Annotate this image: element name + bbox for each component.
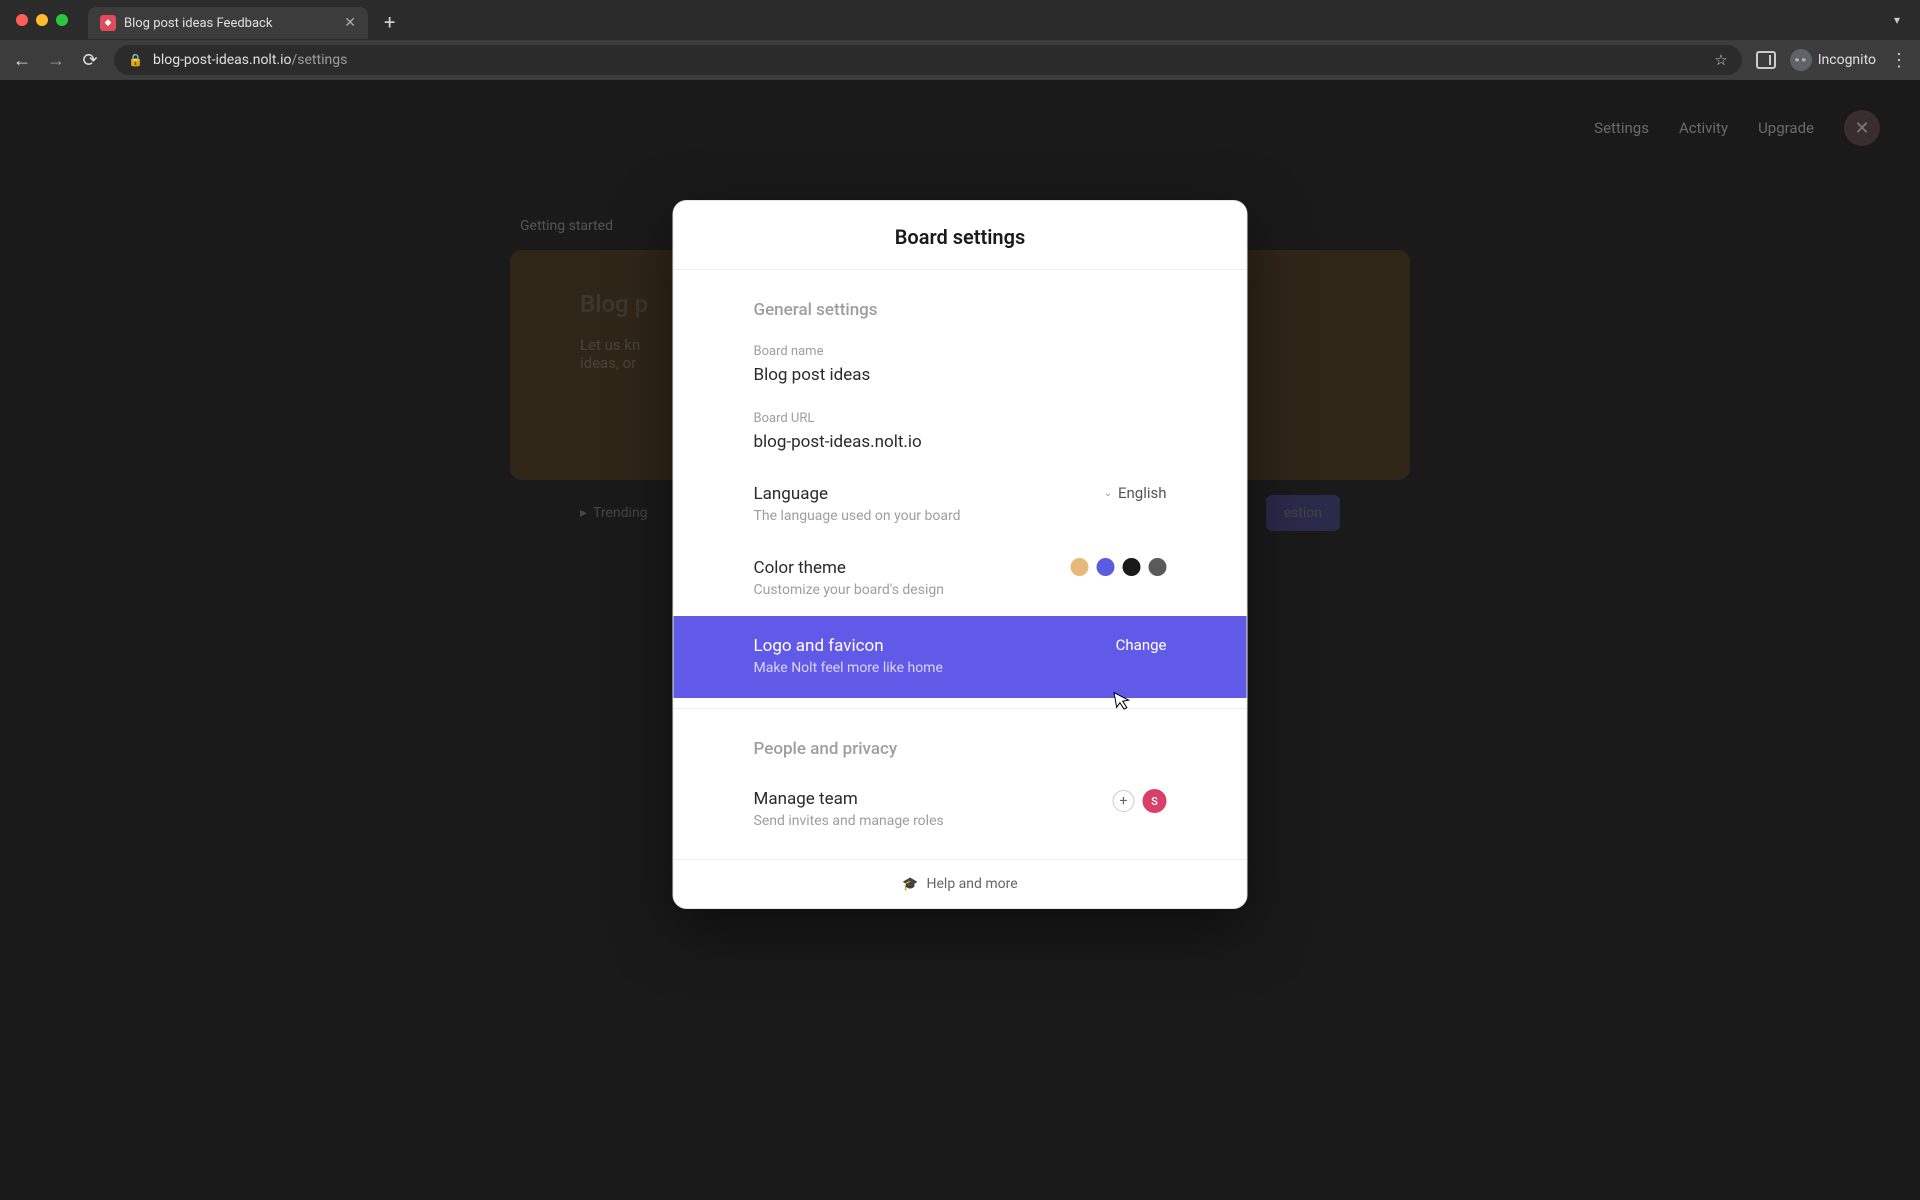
board-url-value: blog-post-ideas.nolt.io	[754, 432, 1167, 452]
modal-title: Board settings	[674, 201, 1247, 270]
back-button[interactable]: ←	[12, 50, 32, 71]
getting-started-tag: Getting started	[520, 218, 613, 234]
toolbar: ← → ⟳ 🔒 blog-post-ideas.nolt.io/settings…	[0, 40, 1920, 80]
minimize-window-button[interactable]	[36, 14, 48, 26]
language-sub: The language used on your board	[754, 508, 1104, 524]
reload-button[interactable]: ⟳	[80, 50, 100, 71]
board-url-label: Board URL	[754, 411, 1167, 426]
help-link: Help and more	[927, 876, 1018, 892]
manage-team-row[interactable]: Manage team Send invites and manage role…	[674, 773, 1247, 847]
nav-upgrade[interactable]: Upgrade	[1758, 119, 1814, 137]
board-url-field[interactable]: Board URL blog-post-ideas.nolt.io	[674, 401, 1247, 468]
board-name-value: Blog post ideas	[754, 365, 1167, 385]
app-header-nav: Settings Activity Upgrade ✕	[1594, 110, 1880, 146]
language-value: English	[1118, 484, 1167, 502]
color-swatch-indigo[interactable]	[1097, 558, 1115, 576]
modal-body[interactable]: General settings Board name Blog post id…	[674, 270, 1247, 859]
panel-icon[interactable]	[1756, 51, 1776, 69]
board-settings-modal: Board settings General settings Board na…	[673, 200, 1248, 909]
tab-strip: ◆ Blog post ideas Feedback ✕ + ▾	[0, 0, 1920, 40]
url-host: blog-post-ideas.nolt.io	[153, 52, 292, 68]
maximize-window-button[interactable]	[56, 14, 68, 26]
nav-settings[interactable]: Settings	[1594, 119, 1649, 137]
profile-indicator[interactable]: 👓 Incognito	[1790, 49, 1876, 71]
language-select[interactable]: ⌄ English	[1104, 484, 1167, 502]
tab-close-icon[interactable]: ✕	[344, 15, 356, 31]
board-name-field[interactable]: Board name Blog post ideas	[674, 334, 1247, 401]
url-text: blog-post-ideas.nolt.io/settings	[153, 52, 1704, 68]
incognito-icon: 👓	[1790, 49, 1812, 71]
bookmark-icon[interactable]: ☆	[1714, 51, 1727, 69]
language-row[interactable]: Language The language used on your board…	[674, 468, 1247, 542]
trending-tab[interactable]: ▸Trending	[580, 505, 648, 521]
tab-favicon-icon: ◆	[100, 15, 116, 31]
tab-title: Blog post ideas Feedback	[124, 16, 336, 31]
browser-menu-icon[interactable]: ⋮	[1890, 50, 1908, 71]
window-controls	[16, 14, 68, 26]
tabs-menu-icon[interactable]: ▾	[1894, 13, 1900, 27]
color-swatch-black[interactable]	[1123, 558, 1141, 576]
graduation-cap-icon: 🎓	[902, 877, 918, 892]
logo-favicon-row[interactable]: Logo and favicon Make Nolt feel more lik…	[674, 616, 1247, 698]
incognito-label: Incognito	[1818, 52, 1876, 68]
general-section-title: General settings	[674, 270, 1247, 334]
people-section-title: People and privacy	[674, 719, 1247, 773]
color-swatch-gray[interactable]	[1149, 558, 1167, 576]
browser-tab[interactable]: ◆ Blog post ideas Feedback ✕	[88, 7, 368, 39]
address-bar[interactable]: 🔒 blog-post-ideas.nolt.io/settings ☆	[114, 45, 1742, 75]
modal-footer[interactable]: 🎓 Help and more	[674, 859, 1247, 908]
section-divider	[674, 708, 1247, 709]
new-tab-button[interactable]: +	[384, 10, 395, 34]
forward-button[interactable]: →	[46, 50, 66, 71]
color-swatch-tan[interactable]	[1071, 558, 1089, 576]
color-theme-sub: Customize your board's design	[754, 582, 1071, 598]
create-suggestion-button[interactable]: estion	[1266, 495, 1340, 531]
logo-title: Logo and favicon	[754, 636, 1116, 656]
manage-team-sub: Send invites and manage roles	[754, 813, 1113, 829]
chevron-down-icon: ⌄	[1104, 488, 1112, 499]
close-settings-button[interactable]: ✕	[1844, 110, 1880, 146]
logo-sub: Make Nolt feel more like home	[754, 660, 1116, 676]
member-avatar[interactable]: S	[1143, 789, 1167, 813]
browser-chrome: ◆ Blog post ideas Feedback ✕ + ▾ ← → ⟳ 🔒…	[0, 0, 1920, 80]
logo-change-link[interactable]: Change	[1116, 636, 1167, 654]
board-name-label: Board name	[754, 344, 1167, 359]
manage-team-title: Manage team	[754, 789, 1113, 809]
close-window-button[interactable]	[16, 14, 28, 26]
language-title: Language	[754, 484, 1104, 504]
url-path: /settings	[292, 52, 348, 68]
color-theme-row[interactable]: Color theme Customize your board's desig…	[674, 542, 1247, 616]
color-swatches	[1071, 558, 1167, 576]
lock-icon: 🔒	[128, 53, 143, 67]
color-theme-title: Color theme	[754, 558, 1071, 578]
nav-activity[interactable]: Activity	[1679, 119, 1728, 137]
add-member-button[interactable]: +	[1113, 790, 1135, 812]
